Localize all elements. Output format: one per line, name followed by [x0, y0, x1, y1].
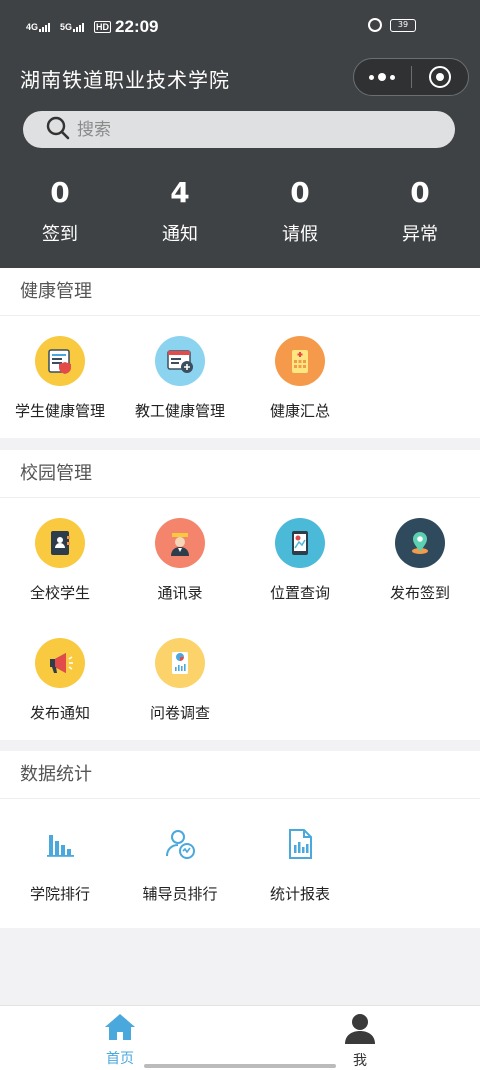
all-students-item[interactable]: 全校学生 — [0, 498, 120, 618]
survey-item[interactable]: 问卷调查 — [120, 618, 240, 738]
signal-4g-icon: 4G — [26, 22, 51, 32]
search-icon — [45, 115, 71, 145]
staff-health-item[interactable]: 教工健康管理 — [120, 316, 240, 436]
megaphone-icon — [35, 638, 85, 688]
status-bar: 4G 5G HD 22:09 — [26, 14, 420, 40]
contacts-icon — [155, 518, 205, 568]
stat-value: 0 — [50, 176, 70, 209]
item-label: 学生健康管理 — [14, 402, 105, 420]
more-dots-icon — [369, 73, 396, 81]
stat-notice[interactable]: 4 通知 — [120, 176, 240, 246]
item-label: 发布通知 — [29, 704, 90, 722]
user-icon — [342, 1012, 378, 1048]
hd-icon: HD — [94, 21, 112, 33]
item-label: 辅导员排行 — [142, 885, 218, 903]
stat-value: 0 — [410, 176, 430, 209]
app-header: 4G 5G HD 22:09 39 湖南铁道职业技术学院 0 — [0, 0, 480, 268]
bottom-tab-bar: 首页 我 — [0, 1005, 480, 1070]
section-title: 健康管理 — [0, 268, 480, 316]
stat-label: 通知 — [162, 224, 198, 245]
search-bar[interactable] — [23, 111, 455, 148]
campus-grid: 全校学生 通讯录 位置查询 发布签到 发布通知 问卷调查 — [0, 498, 480, 738]
stat-abnormal[interactable]: 0 异常 — [360, 176, 480, 246]
close-button[interactable] — [411, 59, 468, 95]
search-input[interactable] — [77, 119, 417, 140]
stat-label: 异常 — [402, 224, 438, 245]
section-title: 数据统计 — [0, 751, 480, 799]
close-target-icon — [428, 66, 451, 88]
staff-health-icon — [155, 336, 205, 386]
item-label: 问卷调查 — [149, 704, 210, 722]
item-label: 教工健康管理 — [134, 402, 225, 420]
publish-checkin-icon — [395, 518, 445, 568]
bar-chart-icon — [35, 819, 85, 869]
data-stats-section: 数据统计 学院排行 辅导员排行 统计报表 — [0, 751, 480, 928]
tab-label: 我 — [353, 1053, 367, 1069]
health-summary-item[interactable]: 健康汇总 — [240, 316, 360, 436]
item-label: 位置查询 — [269, 584, 330, 602]
health-summary-icon — [275, 336, 325, 386]
signal-5g-label: 5G — [60, 22, 73, 32]
stat-label: 请假 — [282, 224, 318, 245]
stat-label: 签到 — [42, 224, 78, 245]
stats-row: 0 签到 4 通知 0 请假 0 异常 — [0, 176, 480, 246]
signal-4g-label: 4G — [26, 22, 39, 32]
item-label: 学院排行 — [29, 885, 90, 903]
item-label: 发布签到 — [389, 584, 450, 602]
contacts-item[interactable]: 通讯录 — [120, 498, 240, 618]
tab-label: 首页 — [106, 1051, 134, 1067]
survey-icon — [155, 638, 205, 688]
student-book-icon — [35, 518, 85, 568]
stat-value: 4 — [170, 176, 190, 209]
counselor-icon — [155, 819, 205, 869]
item-label: 健康汇总 — [269, 402, 330, 420]
stat-value: 0 — [290, 176, 310, 209]
mini-program-capsule — [353, 58, 469, 96]
signal-5g-icon: 5G — [60, 22, 85, 32]
page-title: 湖南铁道职业技术学院 — [20, 68, 230, 92]
tab-me[interactable]: 我 — [240, 1006, 480, 1070]
item-label: 通讯录 — [157, 584, 203, 602]
counselor-ranking-item[interactable]: 辅导员排行 — [120, 799, 240, 919]
status-right: 39 — [368, 18, 416, 32]
student-health-item[interactable]: 学生健康管理 — [0, 316, 120, 436]
battery-icon: 39 — [390, 18, 416, 32]
location-query-icon — [275, 518, 325, 568]
health-section: 健康管理 学生健康管理 教工健康管理 健康汇总 — [0, 268, 480, 438]
data-stats-grid: 学院排行 辅导员排行 统计报表 — [0, 799, 480, 919]
student-health-icon — [35, 336, 85, 386]
location-query-item[interactable]: 位置查询 — [240, 498, 360, 618]
publish-checkin-item[interactable]: 发布签到 — [360, 498, 480, 618]
campus-section: 校园管理 全校学生 通讯录 位置查询 发布签到 发布通知 问卷调查 — [0, 450, 480, 740]
item-label: 统计报表 — [269, 885, 330, 903]
item-label: 全校学生 — [29, 584, 90, 602]
tab-home[interactable]: 首页 — [0, 1006, 240, 1070]
home-indicator — [144, 1064, 336, 1068]
stat-leave[interactable]: 0 请假 — [240, 176, 360, 246]
publish-notice-item[interactable]: 发布通知 — [0, 618, 120, 738]
stat-checkin[interactable]: 0 签到 — [0, 176, 120, 246]
status-time: 22:09 — [115, 17, 159, 36]
home-icon — [103, 1012, 137, 1046]
more-button[interactable] — [354, 59, 411, 95]
health-grid: 学生健康管理 教工健康管理 健康汇总 — [0, 316, 480, 436]
statistics-report-item[interactable]: 统计报表 — [240, 799, 360, 919]
report-icon — [275, 819, 325, 869]
section-title: 校园管理 — [0, 450, 480, 498]
college-ranking-item[interactable]: 学院排行 — [0, 799, 120, 919]
alarm-icon — [368, 18, 382, 32]
